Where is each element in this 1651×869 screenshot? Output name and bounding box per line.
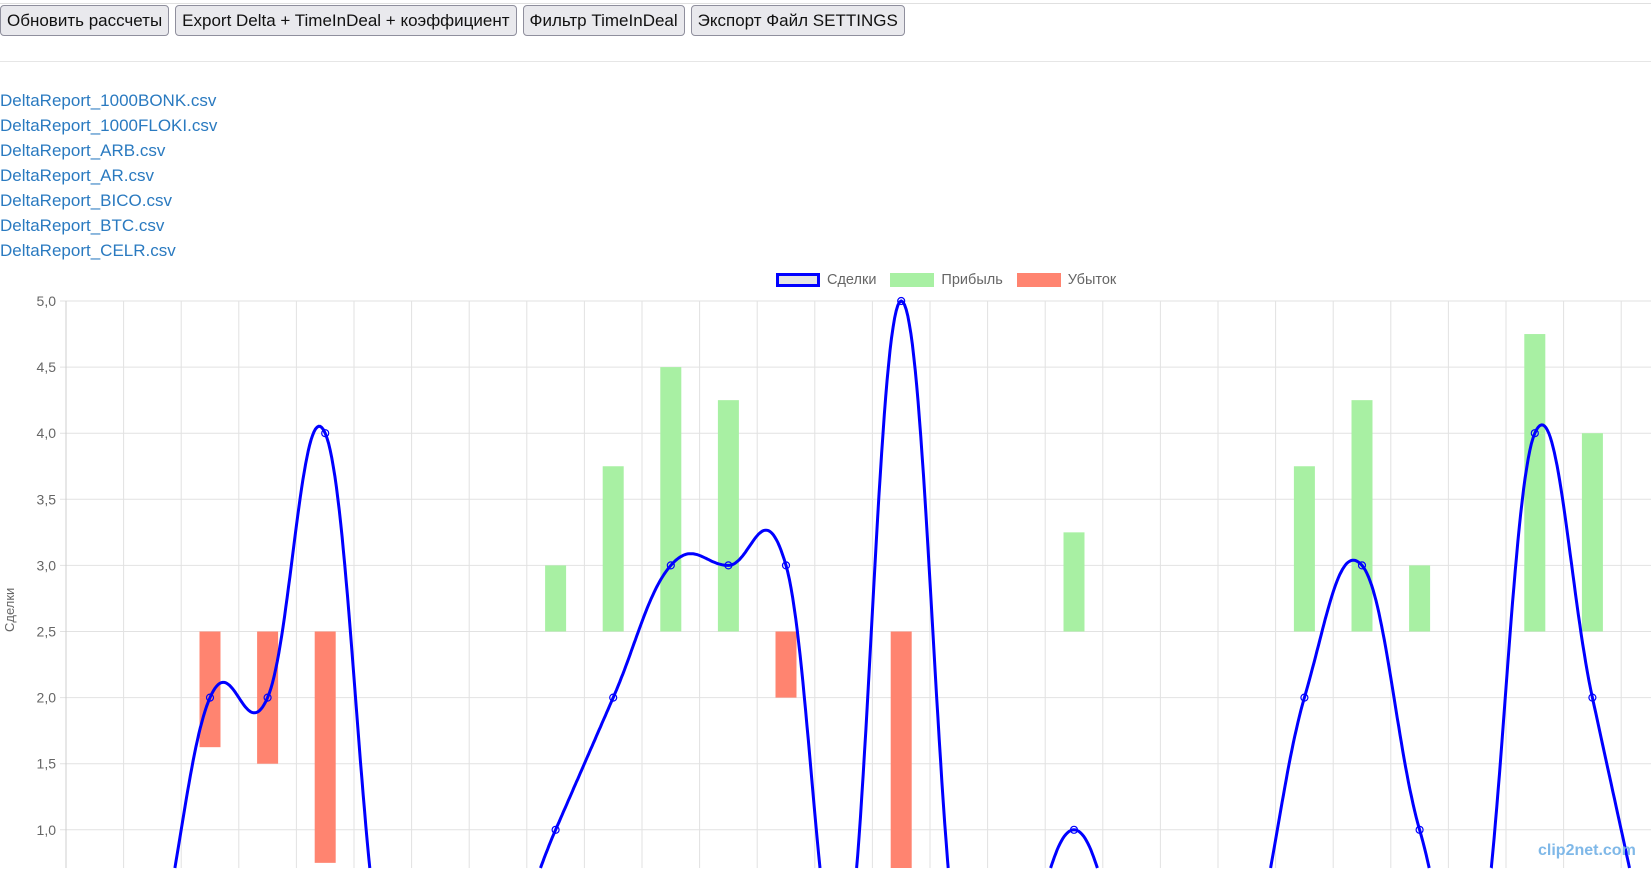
y-tick-label: 1,0 xyxy=(37,822,57,838)
legend-label-loss[interactable]: Убыток xyxy=(1068,272,1117,288)
y-tick-label: 4,5 xyxy=(37,359,57,375)
y-axis-label: Сделки xyxy=(2,587,17,632)
watermark: clip2net.com xyxy=(1538,842,1636,859)
loss-bar xyxy=(199,631,221,748)
y-tick-label: 2,5 xyxy=(37,624,57,640)
y-tick-label: 3,5 xyxy=(37,491,57,507)
profit-bar xyxy=(602,466,624,632)
legend-swatch-profit[interactable] xyxy=(890,273,935,287)
y-tick-label: 3,0 xyxy=(37,557,57,573)
profit-bar xyxy=(1063,532,1085,632)
profit-bar xyxy=(1581,433,1603,632)
profit-bar xyxy=(545,565,567,632)
y-tick-label: 2,0 xyxy=(37,690,57,706)
legend-label-profit[interactable]: Прибыль xyxy=(941,272,1002,288)
y-tick-label: 1,5 xyxy=(37,756,57,772)
profit-bar xyxy=(1293,466,1315,632)
legend-label-deals[interactable]: Сделки xyxy=(827,272,876,288)
deals-chart: 5,0 4,5 4,0 3,5 3,0 2,5 2,0 1,5 1,0 xyxy=(37,293,1651,869)
loss-bar xyxy=(775,631,797,698)
loss-bar xyxy=(314,631,336,863)
profit-bar xyxy=(1524,334,1546,632)
profit-bar xyxy=(1409,565,1431,632)
y-tick-label: 4,0 xyxy=(37,425,57,441)
y-tick-label: 5,0 xyxy=(37,293,57,309)
loss-bar xyxy=(890,631,912,868)
legend-swatch-deals[interactable] xyxy=(776,273,820,287)
chart-legend: Сделки Прибыль Убыток xyxy=(776,272,1130,288)
legend-swatch-loss[interactable] xyxy=(1016,273,1061,287)
profit-bar xyxy=(717,400,739,632)
profit-bar xyxy=(660,367,682,632)
profit-bar xyxy=(1351,400,1373,632)
